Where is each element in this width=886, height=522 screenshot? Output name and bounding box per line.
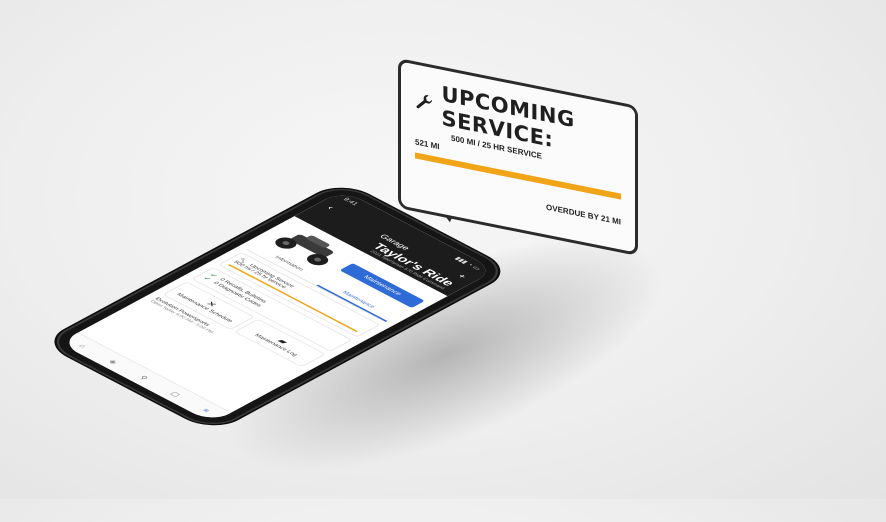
tab-more-icon[interactable]: ≡ (201, 407, 212, 413)
bottom-tab-bar: ⌂ ◈ ⚲ ▢ ≡ (58, 332, 232, 423)
scene: 9:41 ▮▮▮ ◔ ▭ ‹ Garage + Taylor's Ride 20… (0, 0, 886, 522)
add-button[interactable]: + (455, 273, 469, 280)
tab-map-icon[interactable]: ◈ (107, 358, 119, 365)
status-time: 9:41 (341, 197, 359, 207)
tab-garage-icon[interactable]: ▢ (169, 390, 183, 397)
tab-home-icon[interactable]: ⌂ (77, 343, 88, 349)
bubble-body: UPCOMING SERVICE: 500 MI / 25 HR SERVICE… (398, 58, 638, 256)
back-button[interactable]: ‹ (324, 205, 336, 211)
wrench-icon (416, 95, 433, 109)
service-bubble: UPCOMING SERVICE: 500 MI / 25 HR SERVICE… (398, 58, 638, 256)
check-icon: ✔ (201, 276, 213, 282)
tab-search-icon[interactable]: ⚲ (138, 374, 150, 380)
